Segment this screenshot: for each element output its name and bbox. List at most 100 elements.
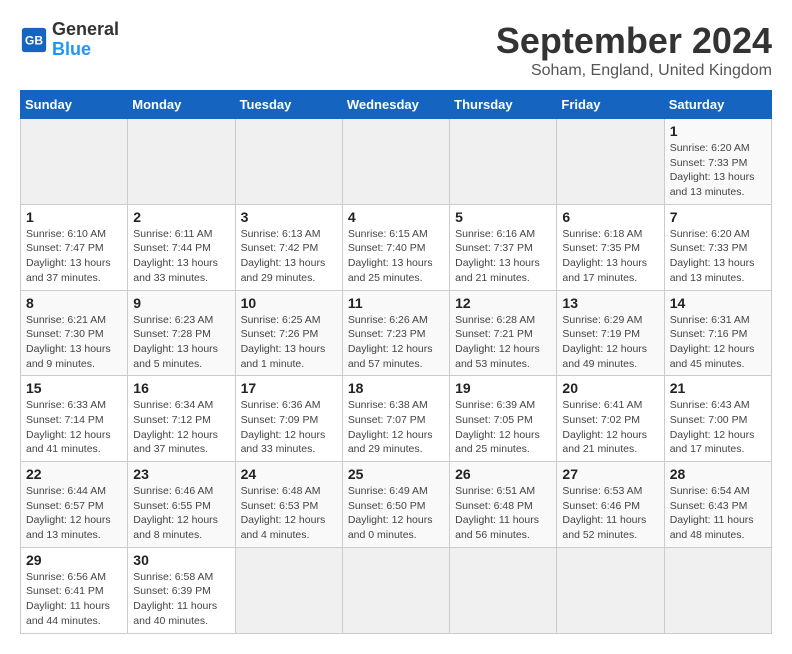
day-number: 28 — [670, 466, 766, 482]
day-info: Sunrise: 6:29 AMSunset: 7:19 PMDaylight:… — [562, 313, 658, 372]
day-number: 14 — [670, 295, 766, 311]
day-cell — [664, 547, 771, 633]
day-number: 8 — [26, 295, 122, 311]
day-cell: 13Sunrise: 6:29 AMSunset: 7:19 PMDayligh… — [557, 290, 664, 376]
logo-line1: General — [52, 20, 119, 40]
day-cell: 30Sunrise: 6:58 AMSunset: 6:39 PMDayligh… — [128, 547, 235, 633]
day-cell: 1Sunrise: 6:20 AMSunset: 7:33 PMDaylight… — [664, 119, 771, 205]
calendar-header-row: SundayMondayTuesdayWednesdayThursdayFrid… — [21, 91, 772, 119]
day-info: Sunrise: 6:18 AMSunset: 7:35 PMDaylight:… — [562, 227, 658, 286]
day-info: Sunrise: 6:10 AMSunset: 7:47 PMDaylight:… — [26, 227, 122, 286]
day-info: Sunrise: 6:56 AMSunset: 6:41 PMDaylight:… — [26, 570, 122, 629]
day-info: Sunrise: 6:16 AMSunset: 7:37 PMDaylight:… — [455, 227, 551, 286]
day-cell — [342, 119, 449, 205]
day-cell: 11Sunrise: 6:26 AMSunset: 7:23 PMDayligh… — [342, 290, 449, 376]
day-info: Sunrise: 6:36 AMSunset: 7:09 PMDaylight:… — [241, 398, 337, 457]
day-cell: 14 Sunrise: 6:31 AMSunset: 7:16 PMDayligh… — [664, 290, 771, 376]
day-info: Sunrise: 6:31 AMSunset: 7:16 PMDaylight:… — [670, 313, 766, 372]
month-title: September 2024 — [496, 20, 772, 62]
day-cell: 2 Sunrise: 6:11 AMSunset: 7:44 PMDaylight… — [128, 204, 235, 290]
day-header-friday: Friday — [557, 91, 664, 119]
day-number: 5 — [455, 209, 551, 225]
day-cell: 20Sunrise: 6:41 AMSunset: 7:02 PMDayligh… — [557, 376, 664, 462]
day-cell: 7Sunrise: 6:20 AMSunset: 7:33 PMDaylight… — [664, 204, 771, 290]
day-info: Sunrise: 6:41 AMSunset: 7:02 PMDaylight:… — [562, 398, 658, 457]
day-number: 27 — [562, 466, 658, 482]
day-cell: 8 Sunrise: 6:21 AMSunset: 7:30 PMDaylight… — [21, 290, 128, 376]
day-info: Sunrise: 6:49 AMSunset: 6:50 PMDaylight:… — [348, 484, 444, 543]
day-cell: 12Sunrise: 6:28 AMSunset: 7:21 PMDayligh… — [450, 290, 557, 376]
day-cell: 10 Sunrise: 6:25 AMSunset: 7:26 PMDayligh… — [235, 290, 342, 376]
day-cell — [235, 547, 342, 633]
logo-line2: Blue — [52, 40, 119, 60]
title-area: September 2024 Soham, England, United Ki… — [496, 20, 772, 80]
day-header-monday: Monday — [128, 91, 235, 119]
day-info: Sunrise: 6:21 AMSunset: 7:30 PMDaylight:… — [26, 313, 122, 372]
day-number: 23 — [133, 466, 229, 482]
day-cell: 1 Sunrise: 6:10 AMSunset: 7:47 PMDaylight… — [21, 204, 128, 290]
day-cell: 3Sunrise: 6:13 AMSunset: 7:42 PMDaylight… — [235, 204, 342, 290]
day-cell — [21, 119, 128, 205]
day-cell: 27 Sunrise: 6:53 AMSunset: 6:46 PMDayligh… — [557, 462, 664, 548]
day-cell — [235, 119, 342, 205]
day-info: Sunrise: 6:54 AMSunset: 6:43 PMDaylight:… — [670, 484, 766, 543]
day-header-saturday: Saturday — [664, 91, 771, 119]
day-number: 6 — [562, 209, 658, 225]
calendar-body: 1Sunrise: 6:20 AMSunset: 7:33 PMDaylight… — [21, 119, 772, 634]
day-info: Sunrise: 6:46 AMSunset: 6:55 PMDaylight:… — [133, 484, 229, 543]
day-number: 18 — [348, 380, 444, 396]
week-row-1: 1 Sunrise: 6:10 AMSunset: 7:47 PMDaylight… — [21, 204, 772, 290]
day-cell: 4 Sunrise: 6:15 AMSunset: 7:40 PMDaylight… — [342, 204, 449, 290]
day-cell: 16 Sunrise: 6:34 AMSunset: 7:12 PMDayligh… — [128, 376, 235, 462]
day-cell: 21Sunrise: 6:43 AMSunset: 7:00 PMDayligh… — [664, 376, 771, 462]
day-cell: 28 Sunrise: 6:54 AMSunset: 6:43 PMDayligh… — [664, 462, 771, 548]
day-cell: 19 Sunrise: 6:39 AMSunset: 7:05 PMDayligh… — [450, 376, 557, 462]
day-info: Sunrise: 6:25 AMSunset: 7:26 PMDaylight:… — [241, 313, 337, 372]
day-number: 1 — [26, 209, 122, 225]
day-cell: 23 Sunrise: 6:46 AMSunset: 6:55 PMDayligh… — [128, 462, 235, 548]
day-number: 24 — [241, 466, 337, 482]
day-cell — [450, 119, 557, 205]
day-cell: 29Sunrise: 6:56 AMSunset: 6:41 PMDayligh… — [21, 547, 128, 633]
day-info: Sunrise: 6:34 AMSunset: 7:12 PMDaylight:… — [133, 398, 229, 457]
week-row-0: 1Sunrise: 6:20 AMSunset: 7:33 PMDaylight… — [21, 119, 772, 205]
day-number: 2 — [133, 209, 229, 225]
calendar-table: SundayMondayTuesdayWednesdayThursdayFrid… — [20, 90, 772, 634]
day-cell: 18 Sunrise: 6:38 AMSunset: 7:07 PMDayligh… — [342, 376, 449, 462]
day-number: 1 — [670, 123, 766, 139]
day-cell: 17Sunrise: 6:36 AMSunset: 7:09 PMDayligh… — [235, 376, 342, 462]
day-info: Sunrise: 6:53 AMSunset: 6:46 PMDaylight:… — [562, 484, 658, 543]
day-info: Sunrise: 6:39 AMSunset: 7:05 PMDaylight:… — [455, 398, 551, 457]
day-info: Sunrise: 6:15 AMSunset: 7:40 PMDaylight:… — [348, 227, 444, 286]
day-info: Sunrise: 6:44 AMSunset: 6:57 PMDaylight:… — [26, 484, 122, 543]
day-info: Sunrise: 6:38 AMSunset: 7:07 PMDaylight:… — [348, 398, 444, 457]
day-info: Sunrise: 6:23 AMSunset: 7:28 PMDaylight:… — [133, 313, 229, 372]
day-number: 16 — [133, 380, 229, 396]
day-number: 26 — [455, 466, 551, 482]
day-number: 7 — [670, 209, 766, 225]
day-info: Sunrise: 6:51 AMSunset: 6:48 PMDaylight:… — [455, 484, 551, 543]
day-header-wednesday: Wednesday — [342, 91, 449, 119]
day-header-sunday: Sunday — [21, 91, 128, 119]
day-number: 4 — [348, 209, 444, 225]
day-number: 12 — [455, 295, 551, 311]
day-info: Sunrise: 6:33 AMSunset: 7:14 PMDaylight:… — [26, 398, 122, 457]
week-row-3: 15 Sunrise: 6:33 AMSunset: 7:14 PMDayligh… — [21, 376, 772, 462]
svg-text:GB: GB — [25, 33, 43, 47]
day-cell: 5 Sunrise: 6:16 AMSunset: 7:37 PMDaylight… — [450, 204, 557, 290]
day-info: Sunrise: 6:58 AMSunset: 6:39 PMDaylight:… — [133, 570, 229, 629]
day-info: Sunrise: 6:11 AMSunset: 7:44 PMDaylight:… — [133, 227, 229, 286]
day-number: 3 — [241, 209, 337, 225]
header: GB General Blue September 2024 Soham, En… — [20, 20, 772, 80]
day-number: 10 — [241, 295, 337, 311]
day-info: Sunrise: 6:43 AMSunset: 7:00 PMDaylight:… — [670, 398, 766, 457]
day-number: 15 — [26, 380, 122, 396]
week-row-5: 29Sunrise: 6:56 AMSunset: 6:41 PMDayligh… — [21, 547, 772, 633]
week-row-2: 8 Sunrise: 6:21 AMSunset: 7:30 PMDaylight… — [21, 290, 772, 376]
day-cell: 9Sunrise: 6:23 AMSunset: 7:28 PMDaylight… — [128, 290, 235, 376]
day-cell: 15 Sunrise: 6:33 AMSunset: 7:14 PMDayligh… — [21, 376, 128, 462]
day-number: 19 — [455, 380, 551, 396]
day-number: 25 — [348, 466, 444, 482]
day-number: 11 — [348, 295, 444, 311]
day-cell: 22Sunrise: 6:44 AMSunset: 6:57 PMDayligh… — [21, 462, 128, 548]
